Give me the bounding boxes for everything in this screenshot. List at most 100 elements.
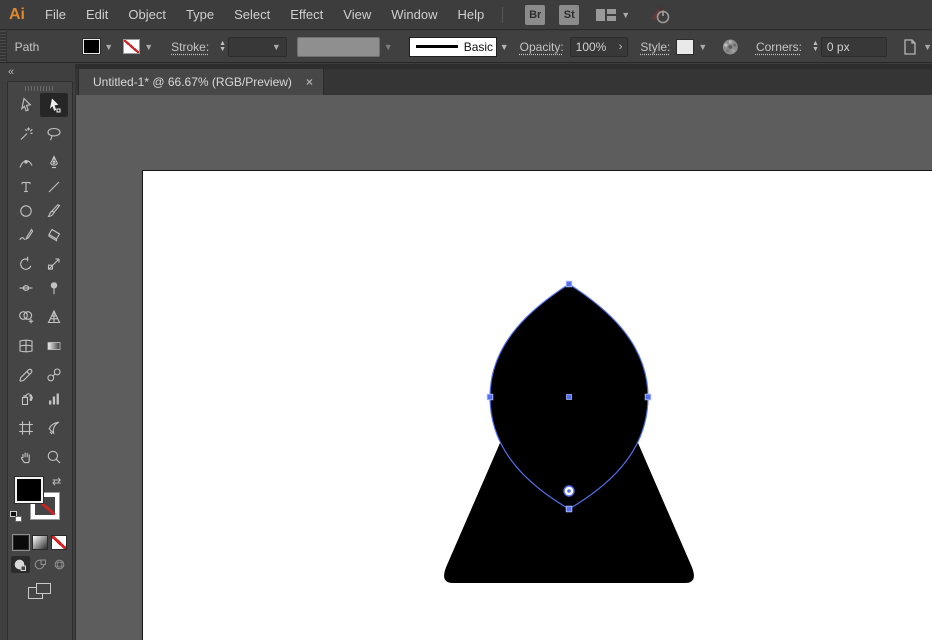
shape-builder-tool[interactable] xyxy=(12,305,40,329)
style-label[interactable]: Style: xyxy=(640,40,670,54)
workspace-switcher[interactable]: ▼ xyxy=(595,7,630,23)
brush-dropdown-chevron[interactable]: ▼ xyxy=(497,37,512,57)
line-segment-tool[interactable] xyxy=(40,175,68,199)
stroke-weight-stepper[interactable]: ▲ ▼ xyxy=(219,40,226,53)
gradient-button[interactable] xyxy=(32,535,48,550)
selection-type-label: Path xyxy=(14,39,40,54)
bridge-button[interactable]: Br xyxy=(525,4,546,25)
opacity-label[interactable]: Opacity: xyxy=(520,40,564,54)
brush-definition-field[interactable]: Basic xyxy=(408,36,497,57)
chevron-down-icon: ▼ xyxy=(923,41,932,52)
recolor-artwork-icon[interactable] xyxy=(721,37,740,57)
type-tool[interactable] xyxy=(12,175,40,199)
symbol-sprayer-tool[interactable] xyxy=(12,387,40,411)
corners-label[interactable]: Corners: xyxy=(756,40,802,54)
eraser-tool[interactable] xyxy=(40,223,68,247)
stock-button[interactable]: St xyxy=(559,4,580,25)
app-logo: Ai xyxy=(9,5,25,23)
column-graph-tool[interactable] xyxy=(40,387,68,411)
corners-field[interactable]: 0 px xyxy=(820,36,888,57)
chevron-down-icon[interactable]: ▼ xyxy=(698,42,707,52)
draw-normal-mode-button[interactable] xyxy=(10,556,30,573)
graphic-style-control[interactable]: ▼ xyxy=(676,38,707,55)
chevron-down-icon: ▼ xyxy=(621,9,631,20)
menu-item-object[interactable]: Object xyxy=(118,0,176,29)
hand-tool[interactable] xyxy=(12,445,40,469)
document-setup-control[interactable]: ▼ xyxy=(901,38,932,56)
fill-stroke-indicator: ⇄ xyxy=(8,475,72,533)
fill-color-control[interactable]: ▼ xyxy=(82,38,113,55)
control-bar-grip[interactable] xyxy=(0,31,7,62)
opacity-field[interactable]: 100% › xyxy=(569,36,629,57)
collapse-toolbar-icon[interactable]: « xyxy=(8,66,14,78)
puppet-warp-tool[interactable] xyxy=(40,276,68,300)
width-profile-dropdown xyxy=(296,36,380,57)
draw-inside-mode-button[interactable] xyxy=(51,556,70,573)
mesh-tool[interactable] xyxy=(12,334,40,358)
control-bar: Path ▼ ▼ Stroke: ▲ ▼ ▼ ▼ Basic ▼ Opacity:… xyxy=(0,31,932,63)
chevron-down-icon: ▼ xyxy=(271,41,281,52)
menu-item-select[interactable]: Select xyxy=(224,0,280,29)
selection-tool[interactable] xyxy=(12,93,40,117)
illustrator-window: Ai File Edit Object Type Select Effect View Win… xyxy=(0,0,932,640)
blend-tool[interactable] xyxy=(40,363,68,387)
color-button[interactable] xyxy=(12,534,30,551)
menu-item-window[interactable]: Window xyxy=(381,0,447,29)
document-tab[interactable]: Untitled-1* @ 66.67% (RGB/Preview) × xyxy=(78,69,324,95)
zoom-tool[interactable] xyxy=(40,445,68,469)
ellipse-tool[interactable] xyxy=(12,199,40,223)
anchor-point-handle[interactable] xyxy=(644,393,652,401)
toolbar-panel: ⇄ xyxy=(7,81,73,640)
anchor-point-handle[interactable] xyxy=(565,505,573,513)
toolbar-rail: « ⇄ xyxy=(0,64,75,640)
pen-tool[interactable] xyxy=(40,151,68,175)
anchor-point-handle[interactable] xyxy=(565,280,573,288)
canvas-pasteboard[interactable] xyxy=(75,95,932,640)
magic-wand-tool[interactable] xyxy=(12,122,40,146)
submenu-arrow-icon[interactable]: › xyxy=(619,41,623,53)
menu-bar: Ai File Edit Object Type Select Effect View Win… xyxy=(0,0,932,30)
scale-tool[interactable] xyxy=(40,252,68,276)
curvature-tool[interactable] xyxy=(12,151,40,175)
chevron-down-icon[interactable]: ▼ xyxy=(104,42,113,52)
fill-indicator[interactable] xyxy=(14,476,44,504)
anchor-point-handle[interactable] xyxy=(486,393,494,401)
stroke-color-control[interactable]: ▼ xyxy=(123,39,153,54)
stroke-weight-dropdown[interactable]: ▼ xyxy=(228,36,287,57)
gradient-tool[interactable] xyxy=(40,334,68,358)
paintbrush-tool[interactable] xyxy=(40,199,68,223)
menu-item-effect[interactable]: Effect xyxy=(280,0,333,29)
stroke-none-swatch[interactable] xyxy=(123,39,141,54)
eyedropper-tool[interactable] xyxy=(12,363,40,387)
menu-item-edit[interactable]: Edit xyxy=(76,0,118,29)
close-tab-icon[interactable]: × xyxy=(306,75,313,89)
graphic-style-swatch[interactable] xyxy=(676,38,695,55)
width-tool[interactable] xyxy=(12,276,40,300)
direct-selection-tool[interactable] xyxy=(40,93,68,117)
slice-tool[interactable] xyxy=(40,416,68,440)
menu-item-file[interactable]: File xyxy=(35,0,76,29)
draw-behind-mode-button[interactable] xyxy=(31,556,50,573)
none-button[interactable] xyxy=(51,535,67,550)
perspective-grid-tool[interactable] xyxy=(40,305,68,329)
corners-stepper[interactable]: ▲ ▼ xyxy=(812,40,819,53)
artboard[interactable] xyxy=(142,170,932,640)
menu-item-type[interactable]: Type xyxy=(176,0,224,29)
default-fill-stroke-icon[interactable] xyxy=(10,511,22,522)
rotate-tool[interactable] xyxy=(12,252,40,276)
swap-fill-stroke-icon[interactable]: ⇄ xyxy=(52,475,61,488)
artwork-layer[interactable] xyxy=(143,171,932,640)
menu-item-view[interactable]: View xyxy=(333,0,381,29)
change-screen-mode-icon[interactable] xyxy=(28,583,52,601)
fill-color-swatch[interactable] xyxy=(82,38,102,55)
stroke-label[interactable]: Stroke: xyxy=(171,40,209,54)
menu-item-help[interactable]: Help xyxy=(447,0,494,29)
toolbar-grip[interactable] xyxy=(25,86,55,91)
lasso-tool[interactable] xyxy=(40,122,68,146)
center-point-handle[interactable] xyxy=(566,394,572,400)
color-type-row xyxy=(8,534,72,551)
artboard-tool[interactable] xyxy=(12,416,40,440)
shaper-tool[interactable] xyxy=(12,223,40,247)
chevron-down-icon[interactable]: ▼ xyxy=(144,42,153,52)
gpu-performance-icon[interactable] xyxy=(648,5,672,25)
